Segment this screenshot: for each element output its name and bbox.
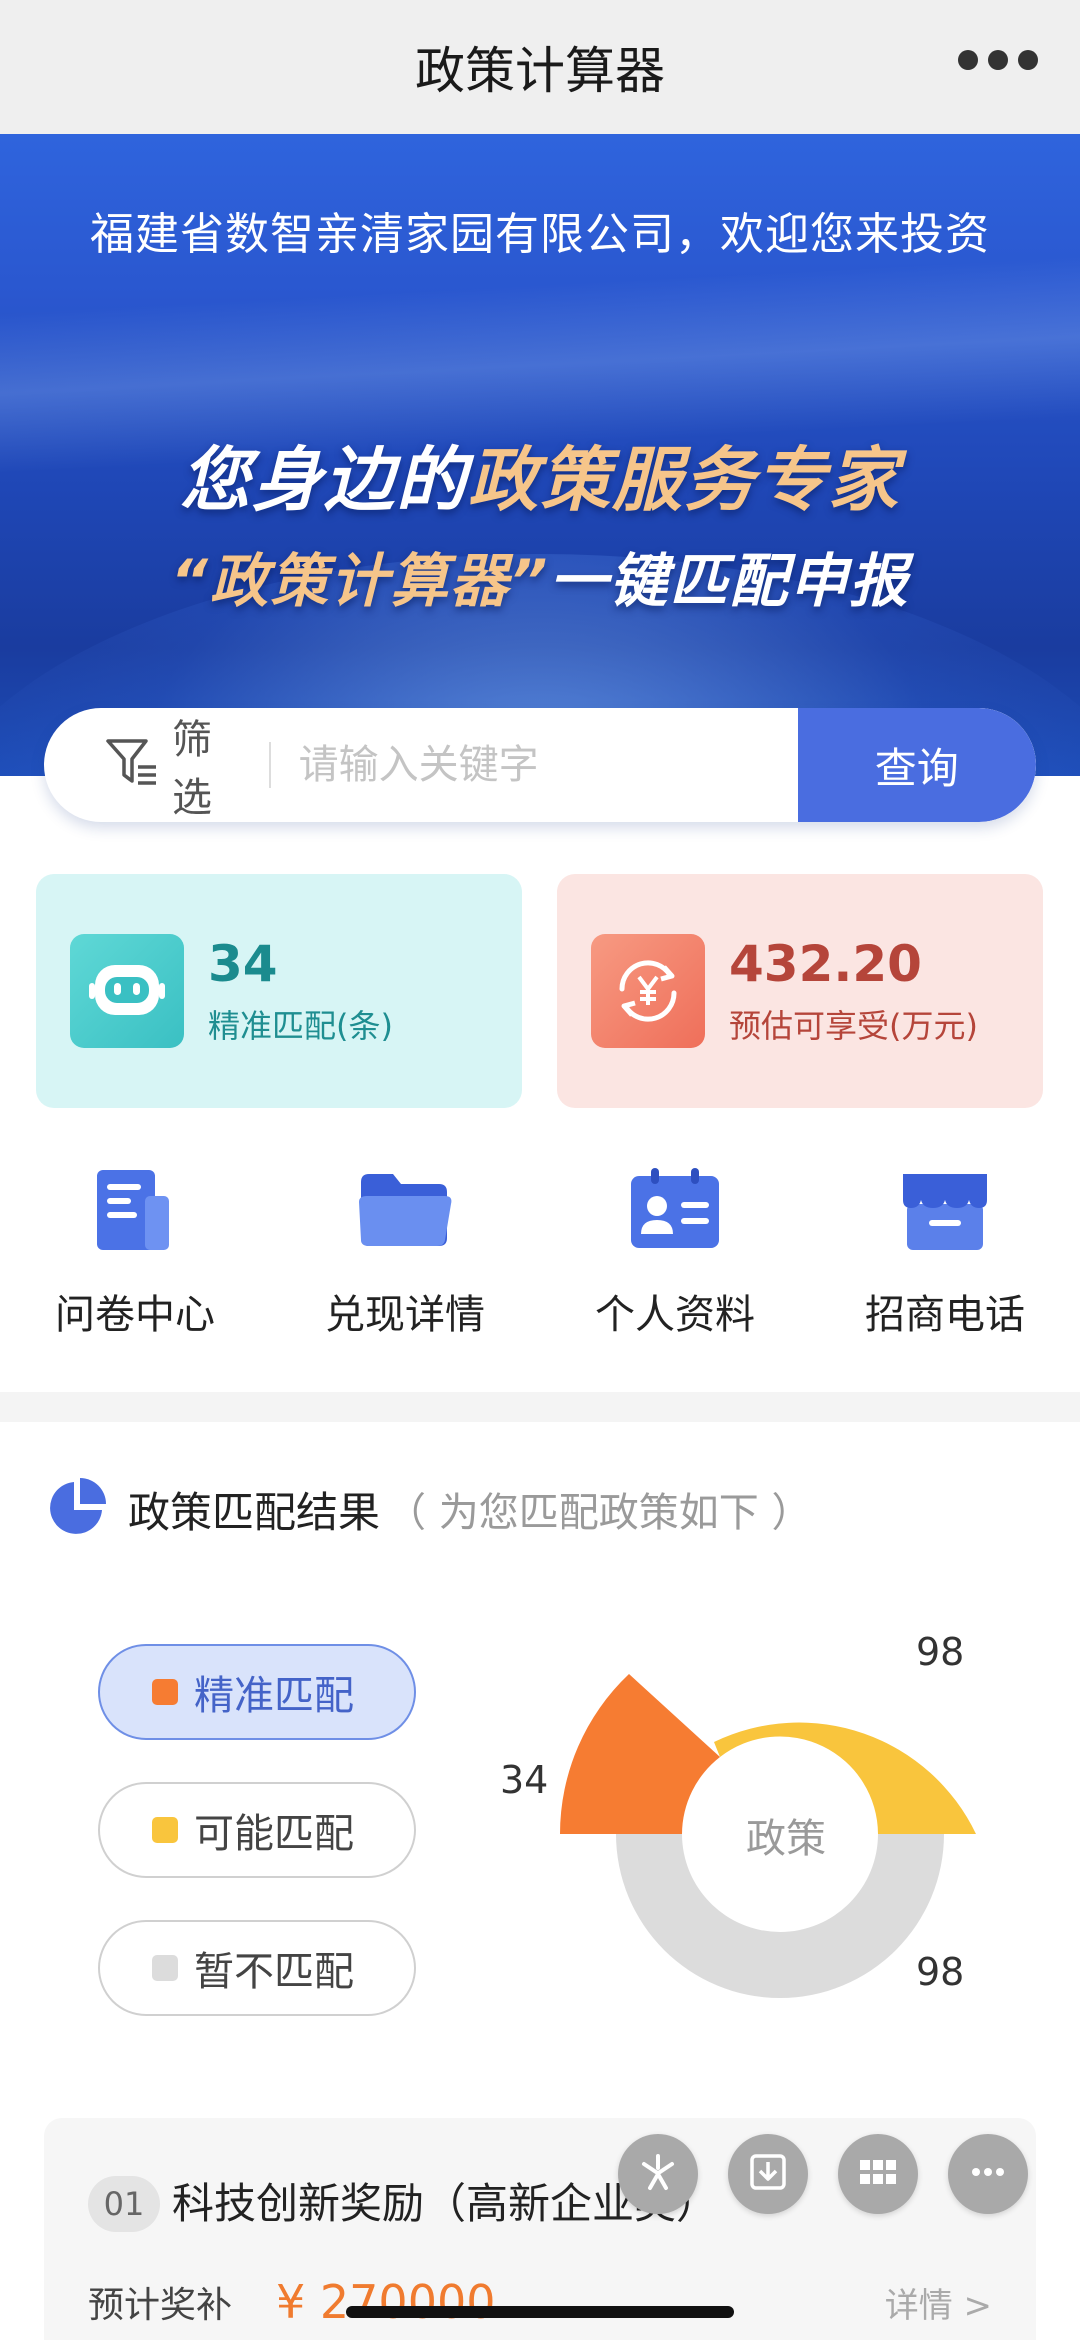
quick-nav: 问卷中心 兑现详情 个人资料 招商电话 xyxy=(0,1160,1080,1360)
quick-nav-redemption[interactable]: 兑现详情 xyxy=(270,1160,540,1360)
quick-nav-profile-label: 个人资料 xyxy=(595,1292,755,1338)
quick-nav-investment-phone-label: 招商电话 xyxy=(865,1292,1025,1338)
legend-possible-label: 可能匹配 xyxy=(194,1811,354,1857)
search-divider xyxy=(268,742,271,788)
donut-value-precise: 34 xyxy=(500,1758,549,1802)
quick-nav-profile[interactable]: 个人资料 xyxy=(540,1160,810,1360)
banner-slogan-line1: 您身边的政策服务专家 xyxy=(180,439,900,521)
questionnaire-icon xyxy=(85,1160,185,1260)
query-button[interactable]: 查询 xyxy=(797,708,1036,822)
policy-estimate-label: 预计奖补 xyxy=(88,2285,233,2326)
result-section-header: 政策匹配结果 （ 为您匹配政策如下 ） xyxy=(44,1474,811,1544)
legend-no-match[interactable]: 暂不匹配 xyxy=(98,1920,416,2016)
policy-estimate-amount: ¥ 270000 xyxy=(276,2275,496,2329)
precise-match-label: 精准匹配(条) xyxy=(208,1007,393,1045)
more-horizontal-icon xyxy=(966,2150,1010,2198)
company-welcome-text: 福建省数智亲清家园有限公司，欢迎您来投资 xyxy=(90,209,990,260)
profile-card-icon xyxy=(625,1160,725,1260)
hero-banner: 福建省数智亲清家园有限公司，欢迎您来投资 您身边的政策服务专家 “政策计算器”一… xyxy=(0,134,1080,776)
home-indicator xyxy=(346,2306,734,2318)
result-subtitle: （ 为您匹配政策如下 ） xyxy=(386,1490,812,1536)
estimated-benefit-label: 预估可享受(万元) xyxy=(729,1007,978,1045)
legend-nomatch-label: 暂不匹配 xyxy=(194,1949,354,1995)
legend-orange-swatch xyxy=(152,1679,178,1705)
quick-nav-questionnaire[interactable]: 问卷中心 xyxy=(0,1160,270,1360)
filter-label: 筛选 xyxy=(172,717,212,821)
search-bar: 筛选 查询 xyxy=(44,708,1036,822)
legend-precise-match[interactable]: 精准匹配 xyxy=(98,1644,416,1740)
legend-possible-match[interactable]: 可能匹配 xyxy=(98,1782,416,1878)
donut-segment-precise-match xyxy=(560,1674,720,1834)
result-title: 政策匹配结果 xyxy=(128,1487,381,1537)
grid-icon xyxy=(856,2150,900,2198)
precise-match-count: 34 xyxy=(208,935,278,993)
filter-icon xyxy=(104,735,160,795)
policy-index-badge: 01 xyxy=(88,2176,160,2232)
quick-nav-investment-phone[interactable]: 招商电话 xyxy=(810,1160,1080,1360)
policy-detail-link[interactable]: 详情 > xyxy=(885,2278,992,2334)
fab-analytics-button[interactable] xyxy=(618,2134,698,2214)
estimated-benefit-amount: 432.20 xyxy=(729,935,922,993)
legend-yellow-swatch xyxy=(152,1817,178,1843)
download-icon xyxy=(746,2150,790,2198)
donut-value-nomatch: 98 xyxy=(916,1950,965,1994)
more-dots-icon[interactable] xyxy=(958,50,1038,70)
fab-grid-button[interactable] xyxy=(838,2134,918,2214)
section-divider xyxy=(0,1392,1080,1422)
quick-nav-redemption-label: 兑现详情 xyxy=(325,1292,485,1338)
legend-grey-swatch xyxy=(152,1955,178,1981)
store-icon xyxy=(895,1160,995,1260)
estimated-benefit-card[interactable]: 432.20 预估可享受(万元) xyxy=(557,874,1043,1108)
donut-center-label: 政策 xyxy=(746,1816,826,1862)
top-nav-bar: 政策计算器 xyxy=(0,0,1080,134)
fab-download-button[interactable] xyxy=(728,2134,808,2214)
robot-icon xyxy=(70,934,184,1048)
pie-chart-icon xyxy=(44,1474,110,1544)
precise-match-card[interactable]: 34 精准匹配(条) xyxy=(36,874,522,1108)
yuan-refresh-icon xyxy=(591,934,705,1048)
analytics-icon xyxy=(636,2150,680,2198)
filter-button[interactable]: 筛选 xyxy=(104,708,241,822)
search-input[interactable] xyxy=(298,742,798,788)
quick-nav-questionnaire-label: 问卷中心 xyxy=(55,1292,215,1338)
page-title: 政策计算器 xyxy=(415,42,665,100)
banner-slogan-line2: “政策计算器”一键匹配申报 xyxy=(170,547,910,615)
donut-value-possible: 98 xyxy=(916,1630,965,1674)
legend-precise-label: 精准匹配 xyxy=(194,1673,354,1719)
page: 政策计算器 福建省数智亲清家园有限公司，欢迎您来投资 您身边的政策服务专家 “政… xyxy=(0,0,1080,2340)
folder-icon xyxy=(355,1160,455,1260)
fab-more-button[interactable] xyxy=(948,2134,1028,2214)
